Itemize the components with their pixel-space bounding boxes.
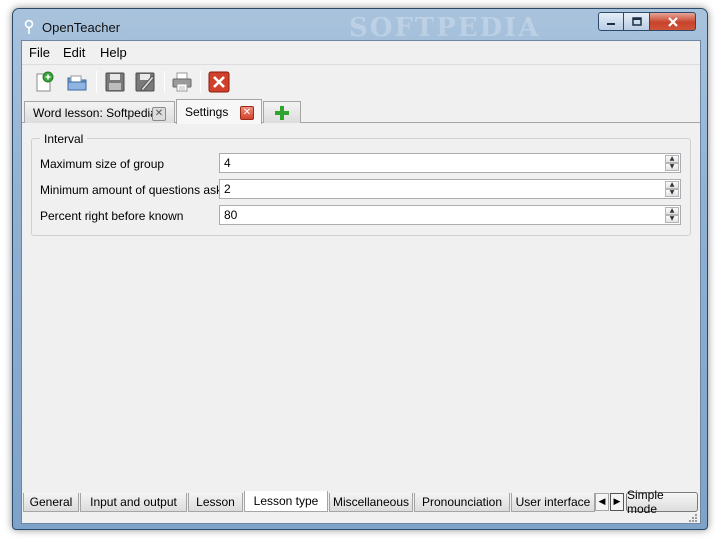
window-close-button[interactable] [650,12,696,31]
percent-known-label: Percent right before known [40,209,184,223]
settings-category-tabs: General Input and output Lesson Lesson t… [22,488,700,516]
interval-groupbox: Interval Maximum size of group 4 ▲ ▼ Min… [31,132,691,236]
max-group-size-spinbox[interactable]: 4 ▲ ▼ [219,153,681,173]
resize-grip-icon[interactable] [688,513,698,523]
menu-edit[interactable]: Edit [63,45,85,60]
toolbar [22,64,700,99]
toolbar-separator [96,71,97,93]
minimize-button[interactable] [598,12,624,31]
min-questions-spinbox[interactable]: 2 ▲ ▼ [219,179,681,199]
watermark-text: SOFTPEDIA [349,13,541,43]
close-x-icon [667,16,678,27]
print-icon[interactable] [170,70,194,94]
spin-arrows: ▲ ▼ [665,155,679,171]
save-as-icon[interactable] [133,70,157,94]
close-icon[interactable] [207,70,231,94]
tab-lesson-type[interactable]: Lesson type [244,491,328,512]
tab-input-output[interactable]: Input and output [80,493,187,512]
settings-pane: Interval Maximum size of group 4 ▲ ▼ Min… [22,124,700,484]
percent-known-spinbox[interactable]: 80 ▲ ▼ [219,205,681,225]
min-questions-label: Minimum amount of questions asked [40,183,236,197]
max-group-size-label: Maximum size of group [40,157,165,171]
spin-value: 80 [224,208,238,222]
spin-value: 4 [224,156,231,170]
tab-pronounciation[interactable]: Pronounciation [414,493,510,512]
toolbar-separator [200,71,201,93]
spin-up-icon[interactable]: ▲ [665,207,679,215]
window-title: OpenTeacher [42,20,121,35]
spin-up-icon[interactable]: ▲ [665,155,679,163]
spin-down-icon[interactable]: ▼ [665,215,679,223]
spin-down-icon[interactable]: ▼ [665,163,679,171]
tab-close-icon[interactable]: ✕ [240,106,254,120]
tab-lesson[interactable]: Lesson [188,493,243,512]
tab-close-icon[interactable]: ✕ [152,107,166,121]
client-area: File Edit Help Word lesson: Softpedia ✕ … [21,40,701,524]
menu-help[interactable]: Help [100,45,127,60]
spin-value: 2 [224,182,231,196]
new-icon[interactable] [32,70,56,94]
app-window: OpenTeacher SOFTPEDIA File Edit Help Wor… [12,8,708,530]
spin-up-icon[interactable]: ▲ [665,181,679,189]
maximize-button[interactable] [624,12,650,31]
maximize-icon [631,17,642,26]
simple-mode-button[interactable]: Simple mode [626,488,698,516]
toolbar-separator [164,71,165,93]
tab-word-lesson[interactable]: Word lesson: Softpedia ✕ [24,101,175,123]
status-bar [22,513,700,524]
minimize-icon [607,22,615,25]
spin-arrows: ▲ ▼ [665,207,679,223]
group-title: Interval [40,132,88,146]
open-icon[interactable] [65,70,89,94]
menu-file[interactable]: File [29,45,50,60]
tab-label: Settings [185,105,229,119]
spin-arrows: ▲ ▼ [665,181,679,197]
tab-label: Word lesson: Softpedia [33,105,157,120]
app-icon [24,19,34,34]
tab-miscellaneous[interactable]: Miscellaneous [329,493,413,512]
tab-settings[interactable]: Settings ✕ [176,99,262,124]
document-tabs: Word lesson: Softpedia ✕ Settings ✕ [22,99,700,124]
add-tab-button[interactable] [263,101,301,123]
save-icon[interactable] [103,70,127,94]
tab-scroll-left-icon[interactable]: ◀ [595,493,609,511]
tab-user-interface[interactable]: User interface [511,493,595,512]
tab-scroll-right-icon[interactable]: ▶ [610,493,624,511]
tab-general[interactable]: General [23,493,79,512]
menu-bar: File Edit Help [22,41,700,63]
add-icon [275,105,289,120]
title-bar[interactable]: OpenTeacher SOFTPEDIA [13,9,707,43]
spin-down-icon[interactable]: ▼ [665,189,679,197]
